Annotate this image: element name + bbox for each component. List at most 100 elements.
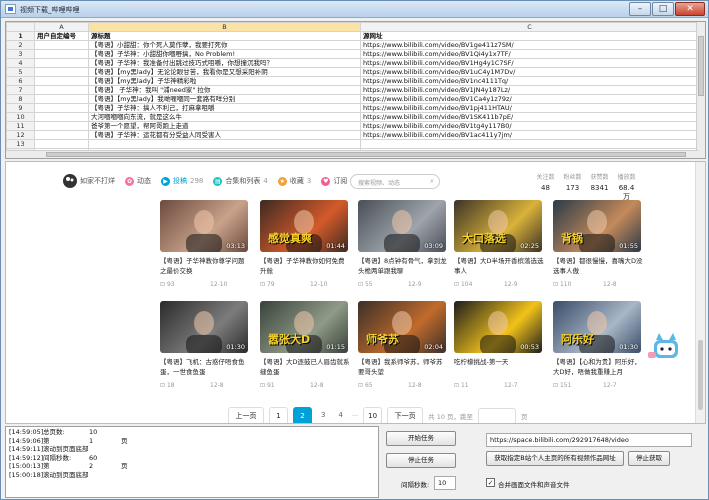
source-url-cell[interactable]: https://www.bilibili.com/video/BV1Qi4y1x… bbox=[360, 49, 699, 59]
source-title-cell[interactable]: 【粤语】子华神：我准备付出跳过技巧式咀嚼，你想撞沉我吗？ bbox=[88, 58, 361, 68]
grid-vscroll-thumb[interactable] bbox=[698, 36, 704, 96]
row-number[interactable]: 6 bbox=[6, 76, 35, 86]
source-title-cell[interactable]: 【粤语】子华神：运花都有分受益人同受害人 bbox=[88, 130, 361, 140]
source-title-cell[interactable]: 【粤语】【my黑lady】无论论眼甘苦，我看你是又想采阳补阴 bbox=[88, 67, 361, 77]
row-number[interactable]: 8 bbox=[6, 94, 35, 104]
source-title-cell[interactable]: 爸爷第一个愿望，帮阿哥跑上走道 bbox=[88, 121, 361, 131]
grid-row[interactable]: 5 【粤语】【my黑lady】无论论眼甘苦，我看你是又想采阳补阴 https://w… bbox=[6, 67, 699, 77]
tab-favorites[interactable]: ★ 收藏 3 bbox=[277, 176, 311, 186]
source-url-cell[interactable]: 源网址 bbox=[360, 31, 699, 41]
start-task-button[interactable]: 开始任务 bbox=[386, 431, 456, 446]
merge-checkbox[interactable]: ✓ bbox=[486, 478, 495, 487]
source-url-cell[interactable]: https://www.bilibili.com/video/BV1uC4y1M… bbox=[360, 67, 699, 77]
source-url-cell[interactable]: https://www.bilibili.com/video/BV1ge411z… bbox=[360, 40, 699, 50]
row-number[interactable]: 1 bbox=[6, 31, 35, 41]
grid-row[interactable]: 2 【粤语】小甜甜：你个死人莫作孽，我要打死你 https://www.bilibi… bbox=[6, 40, 699, 50]
grid-row[interactable]: 11 爸爷第一个愿望，帮阿哥跑上走道 https://www.bilibili.co… bbox=[6, 121, 699, 131]
video-title[interactable]: 【粤语】子华神教你尊学问题之最价交换 bbox=[160, 256, 250, 278]
tab-videos[interactable]: ▶ 投稿 298 bbox=[161, 176, 203, 186]
source-title-cell[interactable]: 【粤语】【my黑lady】我哋喱嗰同一套路有咩分别 bbox=[88, 94, 361, 104]
video-title[interactable]: 【粤语】大D半场开香槟落选选事人 bbox=[454, 256, 544, 278]
source-url-cell[interactable]: https://www.bilibili.com/video/BV1Ca4y1z… bbox=[360, 94, 699, 104]
grid-row[interactable]: 1 用户自定编号 源标题 源网址 bbox=[6, 31, 699, 41]
page-jump-input[interactable] bbox=[478, 407, 517, 423]
next-page-button[interactable]: 下一页 bbox=[387, 406, 424, 423]
custom-id-cell[interactable] bbox=[34, 49, 89, 59]
grid-row[interactable]: 13 bbox=[6, 139, 699, 149]
page-2-button[interactable]: 2 bbox=[293, 406, 312, 423]
custom-id-cell[interactable] bbox=[34, 76, 89, 86]
source-title-cell[interactable]: 大河嗰嗰嗰向东流，就是这么牛 bbox=[88, 112, 361, 122]
url-input[interactable]: https://space.bilibili.com/292917648/vid… bbox=[486, 433, 692, 447]
page-3-button[interactable]: 3 bbox=[317, 406, 330, 423]
stat-following[interactable]: 关注数 48 bbox=[535, 172, 556, 202]
log-output[interactable]: [14:59:05] 总页数: 10 [14:59:06] 第 1 页 [14:59:11] 滚… bbox=[5, 426, 379, 498]
row-number[interactable]: 7 bbox=[6, 85, 35, 95]
minimize-button[interactable]: – bbox=[629, 2, 651, 16]
row-number[interactable]: 2 bbox=[6, 40, 35, 50]
grid-corner[interactable] bbox=[6, 22, 35, 32]
video-title[interactable]: 【粤语】8点钟有骨气，拿到龙头桅两单跟我聊 bbox=[358, 256, 448, 278]
video-title[interactable]: 【粤语】【心和为贵】阿乐好，大D好，唔做我重赚上月 bbox=[553, 357, 643, 379]
video-thumbnail[interactable]: 00:53 bbox=[454, 301, 542, 353]
custom-id-cell[interactable] bbox=[34, 58, 89, 68]
interval-input[interactable]: 10 bbox=[434, 476, 456, 490]
source-url-cell[interactable]: https://www.bilibili.com/video/BV1pj411H… bbox=[360, 103, 699, 113]
search-input[interactable]: 搜索视频、动态 ⌕ bbox=[350, 174, 440, 189]
source-title-cell[interactable]: 【粤语】【my黑lady】子华神精彩啦 bbox=[88, 76, 361, 86]
custom-id-cell[interactable] bbox=[34, 121, 89, 131]
video-title[interactable]: 【粤语】都很慢慢，喜嘴大D没选事人傲 bbox=[553, 256, 643, 278]
stop-task-button[interactable]: 停止任务 bbox=[386, 453, 456, 468]
column-letter-b[interactable]: B bbox=[88, 22, 361, 32]
grid-hscroll-thumb[interactable] bbox=[46, 152, 686, 157]
video-title[interactable]: 【粤语】飞机：古惑仔唔食鱼蛋，一世食鱼蛋 bbox=[160, 357, 250, 379]
source-url-cell[interactable]: https://www.bilibili.com/video/BV1Hg4y1C… bbox=[360, 58, 699, 68]
custom-id-cell[interactable] bbox=[34, 94, 89, 104]
row-number[interactable]: 12 bbox=[6, 130, 35, 140]
spreadsheet-grid[interactable]: A B C 1 用户自定编号 源标题 源网址 2 【粤语】小甜甜：你个死人莫作孽，我要打死… bbox=[5, 21, 706, 159]
video-title[interactable]: 【粤语】子华神教你如何免费升舱 bbox=[260, 256, 350, 278]
grid-horizontal-scrollbar[interactable] bbox=[6, 150, 698, 158]
custom-id-cell[interactable] bbox=[34, 139, 89, 149]
source-url-cell[interactable]: https://www.bilibili.com/video/BV1SK411b… bbox=[360, 112, 699, 122]
source-title-cell[interactable]: 【粤语】子华神：搞人不利己，打麻拿咀嚼 bbox=[88, 103, 361, 113]
source-url-cell[interactable] bbox=[360, 139, 699, 149]
row-number[interactable]: 10 bbox=[6, 112, 35, 122]
grid-row[interactable]: 10 大河嗰嗰嗰向东流，就是这么牛 https://www.bilibili.com… bbox=[6, 112, 699, 122]
custom-id-cell[interactable]: 用户自定编号 bbox=[34, 31, 89, 41]
fetch-urls-button[interactable]: 获取指定B站个人主页的所有视频作品网址 bbox=[486, 451, 624, 466]
custom-id-cell[interactable] bbox=[34, 40, 89, 50]
source-url-cell[interactable]: https://www.bilibili.com/video/BV1tg4y11… bbox=[360, 121, 699, 131]
prev-page-button[interactable]: 上一页 bbox=[228, 406, 264, 423]
video-thumbnail[interactable]: 大口落选 02:25 bbox=[454, 200, 542, 252]
row-number[interactable]: 3 bbox=[6, 49, 35, 59]
source-title-cell[interactable]: 【粤语】 子华神：我叫 "浦need家" 拉你 bbox=[88, 85, 361, 95]
custom-id-cell[interactable] bbox=[34, 85, 89, 95]
video-thumbnail[interactable]: 阿乐好 01:30 bbox=[553, 301, 641, 353]
grid-row[interactable]: 3 【粤语】子华神：小甜甜你嗰嘢搞，No Problem! https://www.… bbox=[6, 49, 699, 59]
tab-collections[interactable]: ▤ 合集和列表 4 bbox=[213, 176, 268, 186]
source-title-cell[interactable]: 源标题 bbox=[88, 31, 361, 41]
grid-row[interactable]: 7 【粤语】 子华神：我叫 "浦need家" 拉你 https://www.bili… bbox=[6, 85, 699, 95]
browser-scroll-thumb[interactable] bbox=[698, 340, 703, 410]
row-number[interactable]: 13 bbox=[6, 139, 35, 149]
stat-fans[interactable]: 粉丝数 173 bbox=[562, 172, 583, 202]
grid-vertical-scrollbar[interactable] bbox=[696, 22, 705, 158]
source-url-cell[interactable]: https://www.bilibili.com/video/BV1nc4111… bbox=[360, 76, 699, 86]
video-title[interactable]: 【粤语】我系师爷苏，师爷苏要哥头堃 bbox=[358, 357, 448, 379]
source-url-cell[interactable]: https://www.bilibili.com/video/BV1ac411y… bbox=[360, 130, 699, 140]
browser-scrollbar[interactable] bbox=[695, 162, 705, 423]
search-icon[interactable]: ⌕ bbox=[430, 177, 434, 186]
column-letter-c[interactable]: C bbox=[360, 22, 699, 32]
video-thumbnail[interactable]: 嚣张大D 01:15 bbox=[260, 301, 348, 353]
video-thumbnail[interactable]: 背锅 01:55 bbox=[553, 200, 641, 252]
row-number[interactable]: 5 bbox=[6, 67, 35, 77]
custom-id-cell[interactable] bbox=[34, 130, 89, 140]
source-title-cell[interactable]: 【粤语】子华神：小甜甜你嗰嘢搞，No Problem! bbox=[88, 49, 361, 59]
source-url-cell[interactable]: https://www.bilibili.com/video/BV1JN4y18… bbox=[360, 85, 699, 95]
close-button[interactable]: ✕ bbox=[675, 2, 705, 16]
tab-dynamic[interactable]: ✿ 动态 bbox=[125, 176, 151, 186]
source-title-cell[interactable] bbox=[88, 139, 361, 149]
tab-home[interactable]: 如家不打烊 bbox=[80, 176, 115, 186]
mascot-icon[interactable] bbox=[646, 328, 686, 368]
